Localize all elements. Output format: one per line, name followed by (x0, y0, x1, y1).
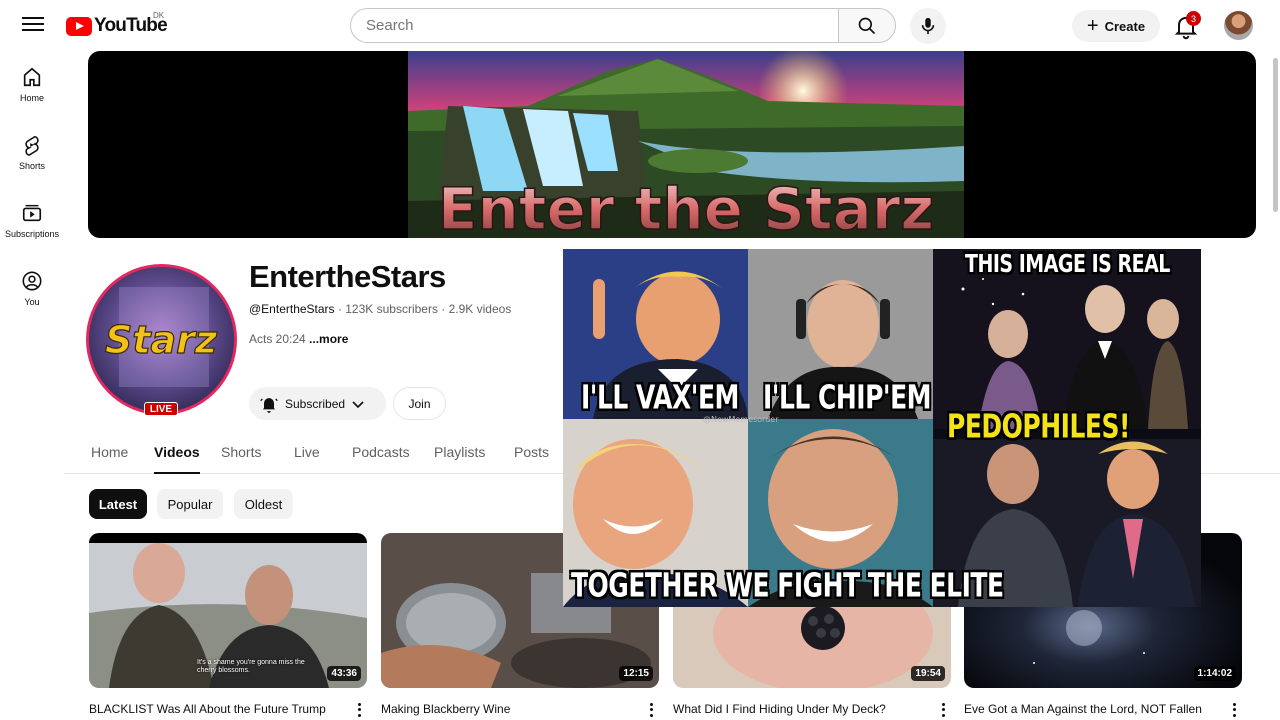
subscribed-button[interactable]: Subscribed (249, 387, 386, 420)
region-code: DK (153, 11, 165, 20)
meme-caption-real: THIS IMAGE IS REAL (965, 249, 1170, 279)
youtube-play-icon (66, 16, 92, 36)
meme-caption-vax: I'LL VAX'EM (581, 378, 739, 417)
meta-separator: · (334, 302, 346, 316)
tab-shorts[interactable]: Shorts (221, 444, 261, 474)
shorts-icon (25, 135, 39, 156)
description-text: Acts 20:24 (249, 332, 310, 346)
banner-art-text: Enter the Starz (438, 175, 934, 238)
video-duration: 12:15 (619, 666, 653, 681)
banner-landscape-image: Enter the Starz (408, 51, 964, 238)
create-button[interactable]: + Create (1072, 10, 1160, 42)
tab-home[interactable]: Home (91, 444, 128, 474)
top-bar: YouTube DK + Create 3 (0, 0, 1280, 52)
subscribed-label: Subscribed (285, 396, 346, 411)
channel-meta: @EntertheStars · 123K subscribers · 2.9K… (249, 302, 511, 316)
tab-videos[interactable]: Videos (154, 444, 200, 474)
search-box (350, 8, 838, 43)
video-card[interactable]: It's a shame you're gonna miss the cherr… (89, 533, 367, 720)
video-duration: 19:54 (911, 666, 945, 681)
video-thumbnail[interactable]: It's a shame you're gonna miss the cherr… (89, 533, 367, 688)
channel-banner: Enter the Starz (88, 51, 1256, 238)
subscriptions-icon (22, 204, 42, 222)
microphone-icon (921, 17, 935, 35)
rail-label-subscriptions: Subscriptions (4, 229, 60, 239)
meme-watermark: @NewMemesorder (703, 415, 779, 424)
avatar-starz-text: Starz (105, 318, 218, 362)
live-badge[interactable]: LIVE (144, 402, 178, 416)
search-button[interactable] (838, 8, 896, 43)
voice-search-button[interactable] (910, 8, 946, 44)
video-subtitle: It's a shame you're gonna miss the cherr… (197, 659, 305, 675)
notification-count-badge: 3 (1186, 11, 1201, 26)
account-avatar[interactable] (1224, 11, 1253, 40)
rail-label-home: Home (19, 93, 44, 103)
more-actions-icon[interactable] (1230, 702, 1238, 718)
you-icon (22, 271, 42, 291)
chevron-down-icon (352, 400, 364, 408)
description-more-link[interactable]: ...more (309, 332, 348, 346)
tab-podcasts[interactable]: Podcasts (352, 444, 410, 474)
channel-description: Acts 20:24 ...more (249, 332, 348, 346)
video-duration: 43:36 (327, 666, 361, 681)
subscriber-count: 123K subscribers (345, 302, 438, 316)
video-title[interactable]: BLACKLIST Was All About the Future Trump (89, 702, 351, 716)
meme-caption-chip: I'LL CHIP'EM (763, 378, 932, 417)
video-title[interactable]: Making Blackberry Wine (381, 702, 643, 716)
youtube-logo[interactable]: YouTube (66, 14, 168, 38)
rail-item-shorts[interactable]: Shorts (0, 134, 64, 198)
join-button[interactable]: Join (393, 387, 446, 420)
home-icon (23, 67, 41, 87)
rail-item-home[interactable]: Home (0, 66, 64, 130)
meta-separator: · (437, 302, 449, 316)
channel-handle: @EntertheStars (249, 302, 335, 316)
page-scrollbar[interactable] (1273, 58, 1278, 212)
rail-item-subscriptions[interactable]: Subscriptions (0, 202, 64, 266)
channel-name: EntertheStars (249, 259, 446, 294)
video-duration: 1:14:02 (1193, 666, 1236, 681)
video-count: 2.9K videos (448, 302, 512, 316)
chip-popular[interactable]: Popular (157, 489, 223, 519)
rail-item-you[interactable]: You (0, 270, 64, 334)
search-input[interactable] (351, 9, 838, 42)
video-title[interactable]: Eve Got a Man Against the Lord, NOT Fall… (964, 702, 1226, 716)
meme-caption-pedophiles: PEDOPHILES! (947, 407, 1130, 446)
chip-latest[interactable]: Latest (89, 489, 147, 519)
more-actions-icon[interactable] (939, 702, 947, 718)
tab-posts[interactable]: Posts (514, 444, 549, 474)
chip-oldest[interactable]: Oldest (234, 489, 293, 519)
create-label: Create (1104, 18, 1146, 34)
tab-live[interactable]: Live (294, 444, 320, 474)
meme-caption-together: TOGETHER WE FIGHT THE ELITE (571, 566, 1004, 605)
bell-filled-icon (260, 397, 278, 413)
meme-overlay-image: I'LL VAX'EM I'LL CHIP'EM @NewMemesorder … (563, 249, 1201, 607)
more-actions-icon[interactable] (355, 702, 363, 718)
rail-label-you: You (24, 297, 40, 307)
more-actions-icon[interactable] (647, 702, 655, 718)
search-icon (858, 17, 876, 34)
menu-icon[interactable] (22, 14, 44, 36)
channel-avatar[interactable]: Starz (86, 264, 237, 415)
tab-playlists[interactable]: Playlists (434, 444, 485, 474)
video-title[interactable]: What Did I Find Hiding Under My Deck? (673, 702, 935, 716)
rail-label-shorts: Shorts (18, 161, 45, 171)
plus-icon: + (1086, 15, 1099, 37)
